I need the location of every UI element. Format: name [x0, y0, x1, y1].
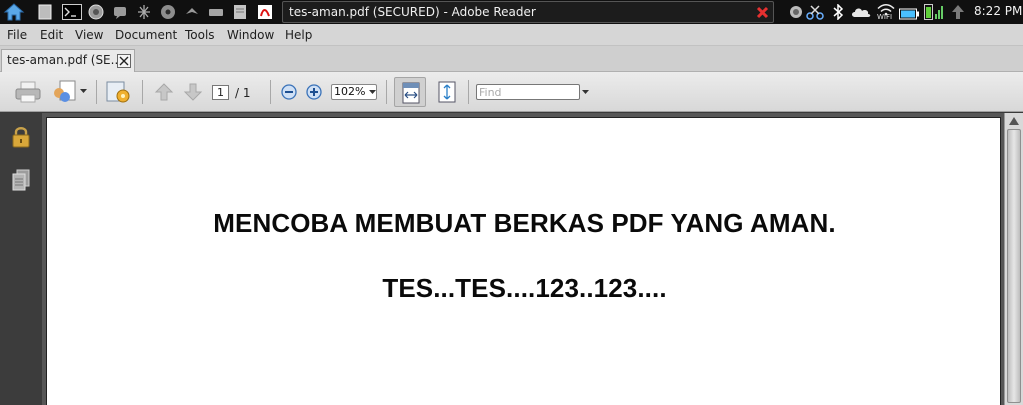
pages-icon[interactable]: [12, 169, 30, 191]
fit-width-icon: [402, 82, 420, 104]
chevron-down-icon[interactable]: [80, 89, 87, 94]
cloud-icon[interactable]: [850, 4, 872, 20]
vertical-scrollbar[interactable]: [1004, 113, 1023, 405]
battery-icon[interactable]: [899, 6, 919, 22]
menu-document[interactable]: Document: [115, 28, 177, 42]
document-tab-label: tes-aman.pdf (SE...: [7, 53, 123, 67]
secure-settings-button[interactable]: [104, 78, 132, 106]
document-tab[interactable]: tes-aman.pdf (SE...: [1, 49, 135, 72]
next-page-button[interactable]: [183, 82, 203, 102]
close-icon: [119, 56, 129, 66]
signal-strength-icon[interactable]: [924, 4, 944, 20]
menu-tools[interactable]: Tools: [185, 28, 215, 42]
zoom-value: 102%: [334, 85, 366, 98]
home-icon[interactable]: [3, 2, 25, 22]
zoom-out-button[interactable]: [281, 84, 297, 100]
menu-window[interactable]: Window: [227, 28, 274, 42]
toolbar-separator: [468, 80, 469, 104]
terminal-icon[interactable]: [62, 4, 82, 20]
navigation-panel: [0, 113, 42, 405]
clock: 8:22 PM: [974, 4, 1023, 18]
toolbar: 1 / 1 102%: [0, 72, 1023, 112]
zoom-in-button[interactable]: [306, 84, 322, 100]
toolbar-separator: [270, 80, 271, 104]
menu-edit[interactable]: Edit: [40, 28, 63, 42]
toolbar-separator: [386, 80, 387, 104]
document-icon[interactable]: [233, 4, 247, 20]
find-input[interactable]: [479, 85, 577, 99]
window-title-box[interactable]: tes-aman.pdf (SECURED) - Adobe Reader: [282, 1, 774, 23]
tab-close-button[interactable]: [117, 54, 131, 68]
document-heading: MENCOBA MEMBUAT BERKAS PDF YANG AMAN.: [213, 208, 836, 238]
fit-page-button[interactable]: [437, 81, 457, 103]
toolbar-separator: [96, 80, 97, 104]
scroll-thumb[interactable]: [1007, 129, 1021, 403]
browser-icon[interactable]: [88, 4, 104, 20]
previous-page-button[interactable]: [154, 82, 174, 102]
pdf-page: MENCOBA MEMBUAT BERKAS PDF YANG AMAN. TE…: [46, 117, 1001, 405]
document-tab-strip: tes-aman.pdf (SE...: [0, 46, 1023, 72]
scroll-up-arrow-icon[interactable]: [1007, 115, 1021, 127]
file-manager-icon[interactable]: [38, 4, 52, 20]
menu-bar: File Edit View Document Tools Window Hel…: [0, 24, 1023, 46]
network-status-icon[interactable]: [788, 4, 804, 20]
close-window-icon[interactable]: [756, 6, 769, 19]
chat-icon[interactable]: [112, 4, 128, 20]
pdf-app-icon[interactable]: [257, 4, 273, 20]
page-total: / 1: [235, 86, 251, 100]
menu-view[interactable]: View: [75, 28, 103, 42]
drive-icon[interactable]: [208, 4, 224, 20]
page-number-input[interactable]: 1: [212, 85, 229, 100]
media-icon[interactable]: [160, 4, 176, 20]
scissors-icon[interactable]: [806, 4, 824, 20]
window-title: tes-aman.pdf (SECURED) - Adobe Reader: [289, 5, 536, 19]
bluetooth-icon[interactable]: [832, 4, 844, 20]
document-body-text: TES...TES....123..123....: [382, 273, 667, 303]
plugin-icon[interactable]: [137, 4, 151, 20]
game-icon[interactable]: [184, 4, 200, 20]
share-collaborate-button[interactable]: [52, 79, 78, 105]
chevron-down-icon: [369, 90, 376, 94]
update-arrow-icon[interactable]: [950, 4, 966, 20]
chevron-down-icon[interactable]: [582, 90, 589, 95]
zoom-select[interactable]: 102%: [331, 84, 377, 100]
menu-help[interactable]: Help: [285, 28, 312, 42]
fit-width-button[interactable]: [394, 77, 426, 107]
system-panel: tes-aman.pdf (SECURED) - Adobe Reader WI…: [0, 0, 1023, 24]
find-field[interactable]: [476, 84, 580, 100]
wifi-label: WIFI: [877, 13, 893, 21]
menu-file[interactable]: File: [7, 28, 27, 42]
toolbar-separator: [142, 80, 143, 104]
security-lock-icon[interactable]: [11, 125, 31, 149]
print-button[interactable]: [15, 81, 41, 103]
document-viewport: MENCOBA MEMBUAT BERKAS PDF YANG AMAN. TE…: [42, 113, 1023, 405]
